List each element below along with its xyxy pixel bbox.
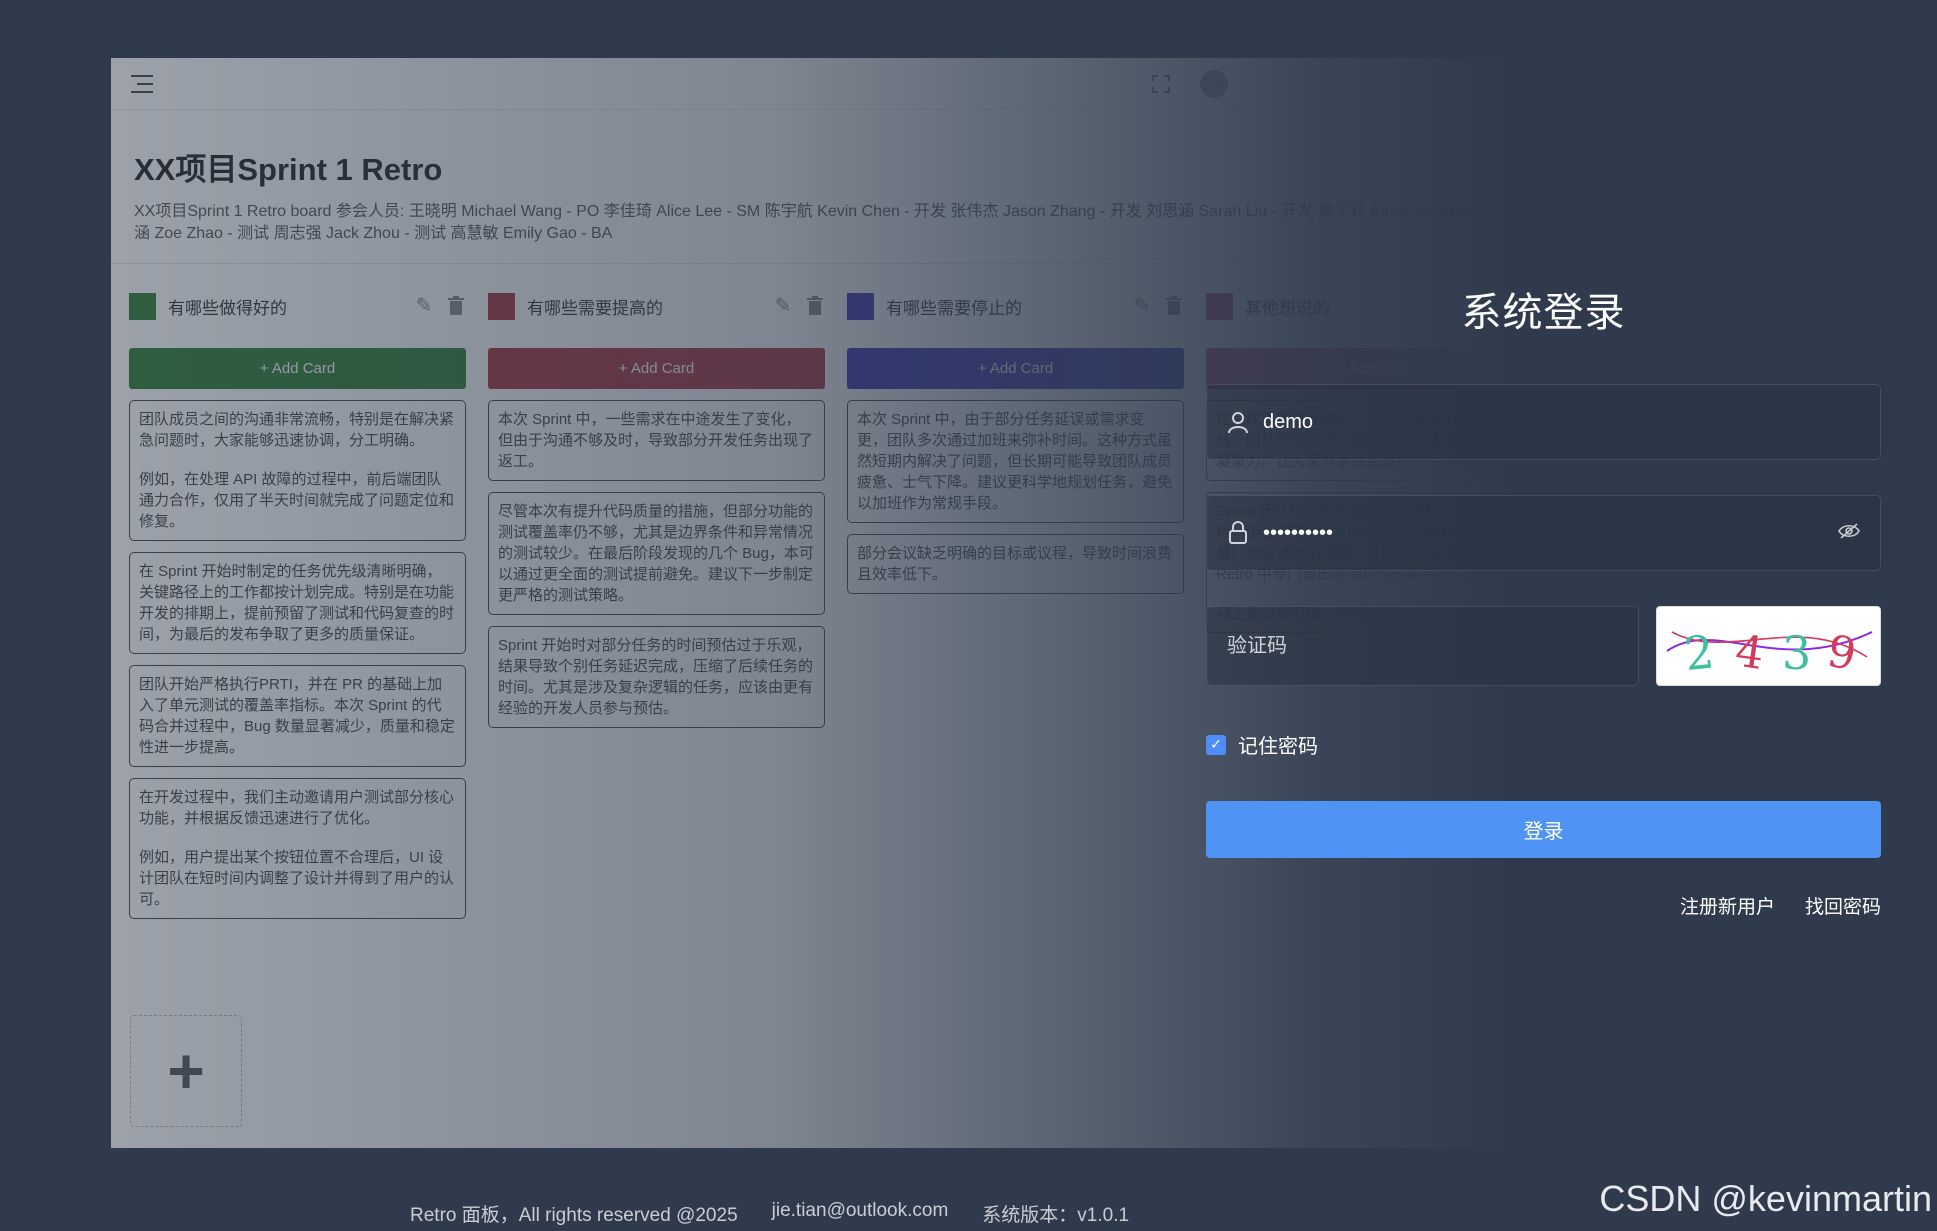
add-card-button[interactable]: + Add Card bbox=[488, 348, 825, 389]
card-text: 例如，用户提出某个按钮位置不合理后，UI 设计团队在短时间内调整了设计并得到了用… bbox=[139, 849, 455, 908]
footer-email: jie.tian@outlook.com bbox=[771, 1200, 949, 1221]
column-header: 有哪些做得好的 ✎ bbox=[129, 292, 466, 320]
retro-card[interactable]: 本次 Sprint 中，由于部分任务延误或需求变更，团队多次通过加班来弥补时间。… bbox=[847, 400, 1184, 523]
card-text: 本次 Sprint 中，由于部分任务延误或需求变更，团队多次通过加班来弥补时间。… bbox=[857, 411, 1173, 512]
remember-checkbox[interactable]: ✓ bbox=[1206, 734, 1226, 755]
column-title: 有哪些做得好的 bbox=[168, 298, 287, 318]
column-header: 有哪些需要提高的 ✎ bbox=[488, 292, 825, 320]
trash-icon[interactable] bbox=[805, 296, 825, 316]
edit-icon[interactable]: ✎ bbox=[414, 296, 434, 316]
column-title: 有哪些需要停止的 bbox=[886, 298, 1022, 318]
column-title: 有哪些需要提高的 bbox=[527, 298, 663, 318]
recover-password-link[interactable]: 找回密码 bbox=[1805, 892, 1881, 919]
card-text: 部分会议缺乏明确的目标或议程，导致时间浪费且效率低下。 bbox=[857, 545, 1173, 583]
footer: Retro 面板，All rights reserved @2025 jie.t… bbox=[410, 1200, 1129, 1227]
login-button[interactable]: 登录 bbox=[1206, 801, 1881, 858]
retro-card[interactable]: 部分会议缺乏明确的目标或议程，导致时间浪费且效率低下。 bbox=[847, 534, 1184, 594]
card-text: 团队成员之间的沟通非常流畅，特别是在解决紧急问题时，大家能够迅速协调，分工明确。 bbox=[139, 411, 455, 449]
retro-card[interactable]: 团队开始严格执行PRTI，并在 PR 的基础上加入了单元测试的覆盖率指标。本次 … bbox=[129, 665, 466, 767]
card-text: 团队开始严格执行PRTI，并在 PR 的基础上加入了单元测试的覆盖率指标。本次 … bbox=[139, 676, 455, 756]
card-text: 例如，在处理 API 故障的过程中，前后端团队通力合作，仅用了半天时间就完成了问… bbox=[139, 471, 455, 530]
retro-card[interactable]: 在 Sprint 开始时制定的任务优先级清晰明确，关键路径上的工作都按计划完成。… bbox=[129, 552, 466, 654]
board-column: 有哪些需要提高的 ✎ + Add Card 本次 Sprint 中，一些需求在中途发生… bbox=[488, 292, 825, 930]
captcha-input[interactable] bbox=[1227, 634, 1618, 658]
password-field[interactable] bbox=[1206, 495, 1881, 571]
captcha-char: 4 bbox=[1732, 626, 1767, 680]
remember-label: 记住密码 bbox=[1238, 736, 1318, 758]
card-text: 在 Sprint 开始时制定的任务优先级清晰明确，关键路径上的工作都按计划完成。… bbox=[139, 563, 455, 643]
trash-icon[interactable] bbox=[446, 296, 466, 316]
footer-version: 系统版本：v1.0.1 bbox=[982, 1205, 1130, 1226]
board-column: 有哪些需要停止的 ✎ + Add Card 本次 Sprint 中，由于部分任务延误或… bbox=[847, 292, 1184, 930]
board-description: XX项目Sprint 1 Retro board 参会人员: 王晓明 Micha… bbox=[111, 201, 1581, 264]
card-text: 在开发过程中，我们主动邀请用户测试部分核心功能，并根据反馈迅速进行了优化。 bbox=[139, 789, 455, 827]
captcha-char: 2 bbox=[1682, 624, 1717, 681]
board-title: XX项目Sprint 1 Retro bbox=[134, 152, 443, 187]
card-text: 尽管本次有提升代码质量的措施，但部分功能的测试覆盖率仍不够，尤其是边界条件和异常… bbox=[498, 503, 814, 604]
captcha-image[interactable]: 2 4 3 9 bbox=[1656, 606, 1881, 686]
fullscreen-icon[interactable] bbox=[1152, 74, 1170, 93]
lock-icon bbox=[1227, 521, 1249, 545]
column-header: 有哪些需要停止的 ✎ bbox=[847, 292, 1184, 320]
edit-icon[interactable]: ✎ bbox=[773, 296, 793, 316]
menu-collapse-icon[interactable] bbox=[131, 74, 153, 93]
add-card-button[interactable]: + Add Card bbox=[847, 348, 1184, 389]
register-link[interactable]: 注册新用户 bbox=[1680, 892, 1775, 919]
retro-card[interactable]: Sprint 开始时对部分任务的时间预估过于乐观，结果导致个别任务延迟完成，压缩… bbox=[488, 626, 825, 728]
password-input[interactable] bbox=[1263, 521, 1838, 545]
board-column: 有哪些做得好的 ✎ + Add Card 团队成员之间的沟通非常流畅，特别是在解决紧急… bbox=[129, 292, 466, 930]
footer-copyright: Retro 面板，All rights reserved @2025 bbox=[410, 1205, 738, 1226]
retro-card[interactable]: 本次 Sprint 中，一些需求在中途发生了变化，但由于沟通不够及时，导致部分开… bbox=[488, 400, 825, 481]
retro-card[interactable]: 尽管本次有提升代码质量的措施，但部分功能的测试覆盖率仍不够，尤其是边界条件和异常… bbox=[488, 492, 825, 615]
trash-icon[interactable] bbox=[1164, 296, 1184, 316]
remember-password[interactable]: ✓ 记住密码 bbox=[1206, 730, 1881, 759]
add-card-button[interactable]: + Add Card bbox=[129, 348, 466, 389]
login-title: 系统登录 bbox=[1461, 291, 1626, 335]
card-text: 本次 Sprint 中，一些需求在中途发生了变化，但由于沟通不够及时，导致部分开… bbox=[498, 411, 814, 470]
retro-card[interactable]: 在开发过程中，我们主动邀请用户测试部分核心功能，并根据反馈迅速进行了优化。例如，… bbox=[129, 778, 466, 919]
add-column-button[interactable]: + bbox=[130, 1015, 242, 1127]
captcha-char: 9 bbox=[1824, 626, 1860, 681]
login-panel: 系统登录 2 4 3 9 ✓ bbox=[1206, 280, 1881, 919]
edit-icon[interactable]: ✎ bbox=[1132, 296, 1152, 316]
captcha-field[interactable] bbox=[1206, 606, 1639, 686]
retro-card[interactable]: 团队成员之间的沟通非常流畅，特别是在解决紧急问题时，大家能够迅速协调，分工明确。… bbox=[129, 400, 466, 541]
captcha-char: 3 bbox=[1782, 626, 1811, 680]
avatar[interactable] bbox=[1200, 69, 1228, 98]
top-bar bbox=[111, 58, 1628, 110]
column-color-swatch[interactable] bbox=[847, 292, 874, 320]
column-color-swatch[interactable] bbox=[488, 292, 515, 320]
username-input[interactable] bbox=[1263, 410, 1860, 434]
user-icon bbox=[1227, 410, 1249, 434]
column-color-swatch[interactable] bbox=[129, 292, 156, 320]
username-field[interactable] bbox=[1206, 384, 1881, 460]
card-text: Sprint 开始时对部分任务的时间预估过于乐观，结果导致个别任务延迟完成，压缩… bbox=[498, 637, 814, 717]
eye-hidden-icon[interactable] bbox=[1838, 522, 1860, 545]
watermark: CSDN @kevinmartin bbox=[1599, 1178, 1932, 1219]
